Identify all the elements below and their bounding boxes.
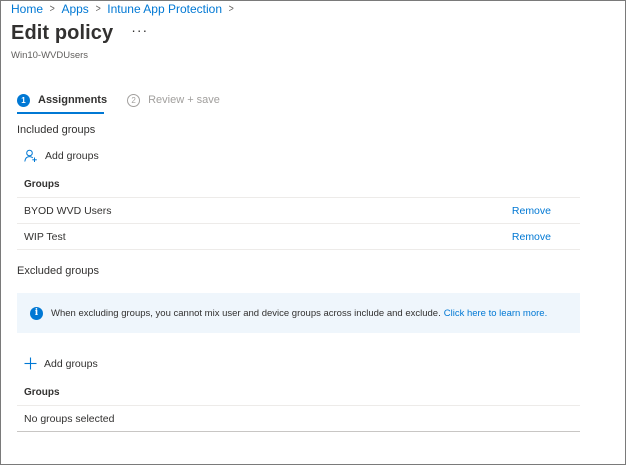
step-assignments[interactable]: 1 Assignments: [17, 91, 108, 114]
more-options-button[interactable]: ···: [131, 22, 148, 38]
included-groups-table: Groups BYOD WVD Users Remove WIP Test Re…: [17, 172, 580, 250]
breadcrumb: Home > Apps > Intune App Protection >: [11, 2, 240, 16]
column-header-groups: Groups: [17, 380, 580, 406]
empty-state-text: No groups selected: [24, 412, 115, 425]
remove-group-button[interactable]: Remove: [512, 231, 551, 243]
remove-group-button[interactable]: Remove: [512, 205, 551, 217]
step-number-badge: 1: [17, 93, 30, 107]
wizard-steps: 1 Assignments 2 Review + save: [17, 91, 220, 114]
excluded-groups-heading: Excluded groups: [17, 265, 99, 277]
learn-more-link[interactable]: Click here to learn more.: [444, 308, 547, 319]
group-name: BYOD WVD Users: [24, 204, 112, 217]
add-groups-label: Add groups: [45, 150, 99, 162]
page-title: Edit policy: [11, 22, 114, 44]
column-header-groups: Groups: [17, 172, 580, 198]
breadcrumb-intune-app-protection[interactable]: Intune App Protection: [107, 2, 222, 16]
add-included-groups-button[interactable]: Add groups: [24, 149, 99, 163]
add-user-icon: [24, 149, 37, 162]
step-label: Review + save: [148, 94, 220, 106]
chevron-right-icon: >: [49, 3, 55, 15]
plus-icon: [24, 357, 37, 370]
table-row: No groups selected: [17, 406, 580, 432]
page-subtitle: Win10-WVDUsers: [11, 50, 89, 61]
step-label: Assignments: [38, 94, 108, 106]
info-message-bar: i When excluding groups, you cannot mix …: [17, 293, 580, 333]
table-row: WIP Test Remove: [17, 224, 580, 250]
breadcrumb-apps[interactable]: Apps: [61, 2, 88, 16]
add-excluded-groups-button[interactable]: Add groups: [24, 357, 98, 370]
chevron-right-icon: >: [228, 3, 234, 15]
chevron-right-icon: >: [95, 3, 101, 15]
excluded-groups-table: Groups No groups selected: [17, 380, 580, 432]
active-step-indicator: [17, 112, 104, 114]
table-row: BYOD WVD Users Remove: [17, 198, 580, 224]
group-name: WIP Test: [24, 230, 66, 243]
breadcrumb-home[interactable]: Home: [11, 2, 43, 16]
info-message-text: When excluding groups, you cannot mix us…: [51, 307, 441, 319]
step-review-save[interactable]: 2 Review + save: [127, 91, 220, 109]
add-groups-label: Add groups: [44, 357, 98, 370]
info-icon: i: [30, 306, 43, 320]
step-number-badge: 2: [127, 93, 141, 107]
included-groups-heading: Included groups: [17, 124, 96, 136]
title-row: Edit policy ···: [11, 22, 148, 45]
